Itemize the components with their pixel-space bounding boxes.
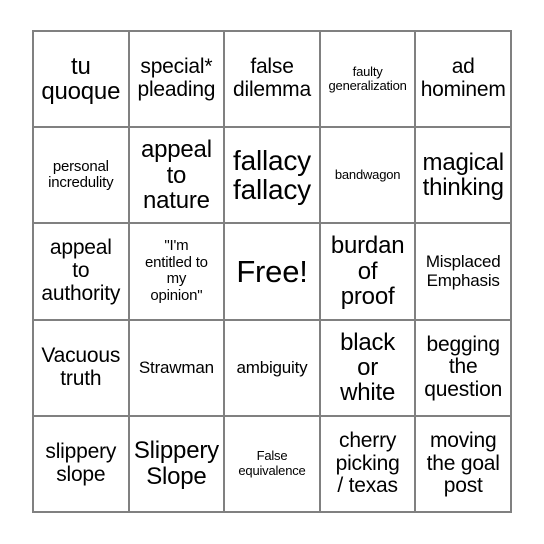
bingo-cell-label: fallacy fallacy: [233, 145, 311, 206]
bingo-cell-label: begging the question: [424, 332, 503, 402]
bingo-cell-label: bandwagon: [334, 167, 401, 183]
bingo-cell-r1c4[interactable]: faulty generalization: [320, 32, 417, 129]
bingo-cell-label: appeal to nature: [140, 136, 212, 214]
bingo-cell-r4c3[interactable]: ambiguity: [225, 320, 321, 417]
bingo-cell-label: magical thinking: [422, 148, 505, 202]
bingo-cell-r2c1[interactable]: personal incredulity: [34, 128, 130, 225]
bingo-cell-label: special* pleading: [137, 55, 216, 102]
bingo-cell-r5c3[interactable]: False equivalence: [225, 416, 321, 513]
bingo-cell-r1c2[interactable]: special* pleading: [129, 32, 226, 129]
bingo-cell-r5c5[interactable]: moving the goal post: [416, 416, 512, 513]
bingo-cell-label: Slippery Slope: [133, 437, 219, 490]
bingo-cell-label: slippery slope: [45, 440, 117, 486]
bingo-cell-label: Strawman: [138, 358, 214, 378]
bingo-cell-r2c2[interactable]: appeal to nature: [129, 128, 226, 225]
bingo-cell-r3c5[interactable]: Misplaced Emphasis: [416, 224, 512, 321]
bingo-cell-label: tu quoque: [41, 52, 121, 106]
bingo-cell-r2c5[interactable]: magical thinking: [416, 128, 512, 225]
bingo-cell-r3c2[interactable]: "I'm entitled to my opinion": [129, 224, 226, 321]
bingo-cell-label: False equivalence: [238, 448, 306, 478]
bingo-cell-r4c4[interactable]: black or white: [320, 320, 417, 417]
bingo-cell-label: false dilemma: [233, 55, 311, 102]
bingo-cell-r1c3[interactable]: false dilemma: [225, 32, 321, 129]
bingo-cell-r4c5[interactable]: begging the question: [416, 320, 512, 417]
bingo-cell-label: ad hominem: [420, 55, 506, 102]
bingo-cell-label: moving the goal post: [426, 428, 500, 498]
bingo-card-container: tu quoque special* pleading false dilemma f…: [0, 0, 544, 544]
bingo-cell-r2c4[interactable]: bandwagon: [320, 128, 417, 225]
bingo-cell-label: black or white: [340, 328, 396, 407]
bingo-cell-label: Misplaced Emphasis: [425, 252, 501, 291]
bingo-cell-label: cherry picking / texas: [335, 428, 400, 498]
bingo-cell-label: ambiguity: [236, 358, 308, 378]
bingo-cell-r1c5[interactable]: ad hominem: [416, 32, 512, 129]
bingo-cell-label: "I'm entitled to my opinion": [144, 237, 208, 304]
bingo-cell-label: personal incredulity: [48, 157, 114, 192]
bingo-cell-r4c2[interactable]: Strawman: [129, 320, 226, 417]
bingo-cell-r3c4[interactable]: burdan of proof: [320, 224, 417, 321]
bingo-cell-r3c3[interactable]: Free!: [225, 224, 321, 321]
bingo-cell-label: Vacuous truth: [41, 344, 121, 390]
bingo-cell-r2c3[interactable]: fallacy fallacy: [225, 128, 321, 225]
bingo-cell-label: appeal to authority: [41, 236, 121, 305]
bingo-cell-r1c1[interactable]: tu quoque: [34, 32, 130, 129]
bingo-cell-r4c1[interactable]: Vacuous truth: [34, 320, 130, 417]
bingo-cell-label: Free!: [236, 253, 308, 289]
bingo-cell-label: burdan of proof: [330, 232, 405, 311]
bingo-cell-r5c2[interactable]: Slippery Slope: [129, 416, 226, 513]
bingo-cell-r5c4[interactable]: cherry picking / texas: [320, 416, 417, 513]
bingo-cell-r3c1[interactable]: appeal to authority: [34, 224, 130, 321]
bingo-grid: tu quoque special* pleading false dilemma f…: [32, 30, 512, 513]
bingo-cell-label: faulty generalization: [328, 63, 407, 94]
bingo-cell-r5c1[interactable]: slippery slope: [34, 416, 130, 513]
